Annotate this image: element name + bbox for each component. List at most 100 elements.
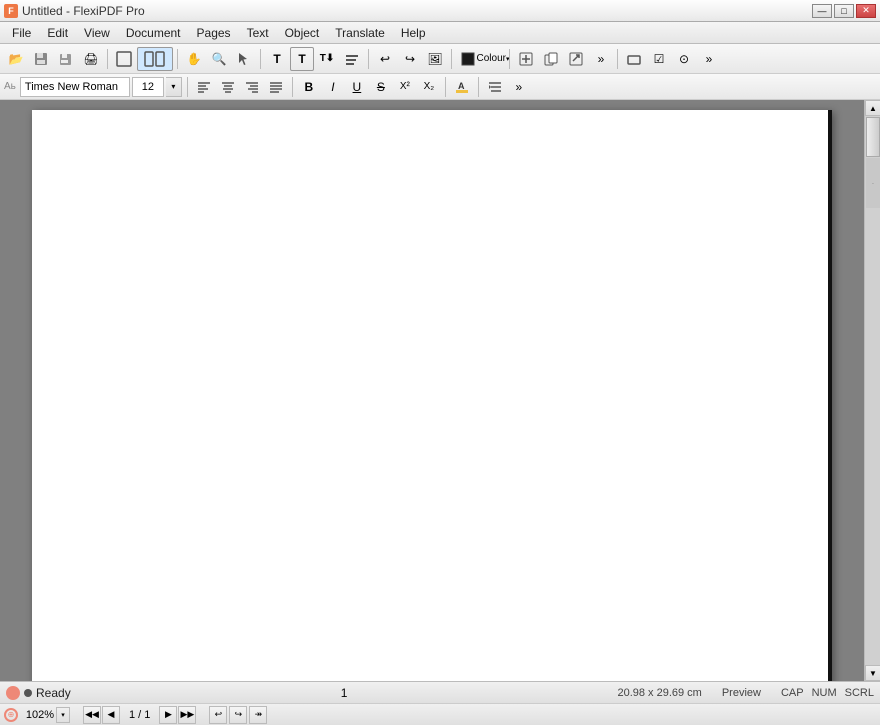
scroll-up-button[interactable]: ▲	[865, 100, 880, 116]
more2-button[interactable]: »	[697, 47, 721, 71]
open-button[interactable]: 📂	[4, 47, 28, 71]
save-button[interactable]	[29, 47, 53, 71]
status-dot	[24, 689, 32, 697]
nav-back-button[interactable]: ↩	[209, 706, 227, 724]
formatting-toolbar: Aь ▾ B I U S X² X₂ A »	[0, 74, 880, 100]
page-nav-group: ◀◀ ◀	[83, 706, 120, 724]
scrl-indicator: SCRL	[845, 687, 874, 699]
content-edit-button[interactable]	[340, 47, 364, 71]
superscript-button[interactable]: X²	[394, 77, 416, 97]
toolbar-separator-1	[107, 49, 108, 69]
nav-next-button[interactable]: ▶	[159, 706, 177, 724]
toolbar-separator-7	[617, 49, 618, 69]
menu-file[interactable]: File	[4, 22, 39, 43]
vertical-scrollbar: ▲ · ▼	[864, 100, 880, 681]
fmt-sep-1	[187, 77, 188, 97]
export-button[interactable]	[564, 47, 588, 71]
text-tool-button[interactable]: T	[265, 47, 289, 71]
menu-edit[interactable]: Edit	[39, 22, 76, 43]
scroll-track[interactable]: ·	[865, 116, 880, 665]
italic-button[interactable]: I	[322, 77, 344, 97]
highlight-button[interactable]: A	[451, 77, 473, 97]
nav-last-button[interactable]: ▶▶	[178, 706, 196, 724]
zoom-bar: ⊕ 102% ▾ ◀◀ ◀ 1 / 1 ▶ ▶▶ ↩ ↪ ↠	[0, 703, 880, 725]
page-ops1-button[interactable]	[514, 47, 538, 71]
main-toolbar: 📂 🖨 ✋ 🔍 T T T⬇ ↩ ↪ 🖼 Colour ▾	[0, 44, 880, 74]
title-text: Untitled - FlexiPDF Pro	[22, 4, 145, 18]
menu-text[interactable]: Text	[239, 22, 277, 43]
menu-document[interactable]: Document	[118, 22, 189, 43]
font-family-input[interactable]	[20, 77, 130, 97]
view-continuous-button[interactable]	[137, 47, 173, 71]
svg-text:A: A	[458, 81, 465, 91]
page-ops2-button[interactable]	[539, 47, 563, 71]
status-bar: Ready 1 20.98 x 29.69 cm Preview CAP NUM…	[0, 681, 880, 703]
font-size-input[interactable]	[132, 77, 164, 97]
toolbar-separator-4	[368, 49, 369, 69]
menu-object[interactable]: Object	[277, 22, 328, 43]
num-indicator: NUM	[812, 687, 837, 699]
text-tool2-button[interactable]: T	[290, 47, 314, 71]
status-icon	[6, 686, 20, 700]
image-button[interactable]: 🖼	[423, 47, 447, 71]
app-icon: F	[4, 4, 18, 18]
toolbar-separator-5	[451, 49, 452, 69]
colour-dropdown-button[interactable]: Colour ▾	[481, 47, 505, 71]
bold-button[interactable]: B	[298, 77, 320, 97]
subscript-button[interactable]: X₂	[418, 77, 440, 97]
more1-button[interactable]: »	[589, 47, 613, 71]
more-fmt-button[interactable]: »	[508, 77, 530, 97]
menu-translate[interactable]: Translate	[327, 22, 393, 43]
nav-end-button[interactable]: ↠	[249, 706, 267, 724]
align-right-button[interactable]	[241, 77, 263, 97]
title-bar-left: F Untitled - FlexiPDF Pro	[4, 4, 145, 18]
scroll-dots: ·	[866, 158, 880, 208]
menu-view[interactable]: View	[76, 22, 118, 43]
font-size-dropdown[interactable]: ▾	[166, 77, 182, 97]
close-button[interactable]: ✕	[856, 4, 876, 18]
title-bar: F Untitled - FlexiPDF Pro — □ ✕	[0, 0, 880, 22]
zoom-icon: ⊕	[4, 708, 18, 722]
maximize-button[interactable]: □	[834, 4, 854, 18]
nav-first-button[interactable]: ◀◀	[83, 706, 101, 724]
minimize-button[interactable]: —	[812, 4, 832, 18]
indent-button[interactable]	[484, 77, 506, 97]
underline-button[interactable]: U	[346, 77, 368, 97]
status-text: Ready	[36, 686, 71, 700]
scroll-down-button[interactable]: ▼	[865, 665, 880, 681]
menu-bar: File Edit View Document Pages Text Objec…	[0, 22, 880, 44]
undo-button[interactable]: ↩	[373, 47, 397, 71]
caps-indicator: CAP	[781, 687, 804, 699]
toolbar-separator-6	[509, 49, 510, 69]
menu-pages[interactable]: Pages	[189, 22, 239, 43]
menu-help[interactable]: Help	[393, 22, 434, 43]
document-area	[0, 100, 864, 681]
radio-button[interactable]: ⊙	[672, 47, 696, 71]
shapes-button[interactable]	[622, 47, 646, 71]
page-canvas	[32, 110, 832, 681]
pointer-button[interactable]	[232, 47, 256, 71]
font-prefix: Aь	[4, 81, 16, 92]
save-all-button[interactable]	[54, 47, 78, 71]
nav-forward-button[interactable]: ↪	[229, 706, 247, 724]
view-mode-indicator: Preview	[722, 687, 761, 699]
zoom-level: 102%	[22, 709, 54, 721]
print-button[interactable]: 🖨	[79, 47, 103, 71]
strikethrough-button[interactable]: S	[370, 77, 392, 97]
text-tool3-button[interactable]: T⬇	[315, 47, 339, 71]
view-single-button[interactable]	[112, 47, 136, 71]
hand-tool-button[interactable]: ✋	[182, 47, 206, 71]
zoom-dropdown[interactable]: ▾	[56, 707, 70, 723]
checkbox-button[interactable]: ☑	[647, 47, 671, 71]
align-left-button[interactable]	[193, 77, 215, 97]
align-center-button[interactable]	[217, 77, 239, 97]
search-button[interactable]: 🔍	[207, 47, 231, 71]
page-dimensions: 20.98 x 29.69 cm	[617, 687, 701, 699]
scroll-thumb[interactable]	[866, 117, 880, 157]
toolbar-separator-2	[177, 49, 178, 69]
page-number-input: 1 / 1	[129, 709, 150, 721]
align-justify-button[interactable]	[265, 77, 287, 97]
fmt-sep-4	[478, 77, 479, 97]
redo-button[interactable]: ↪	[398, 47, 422, 71]
nav-prev-button[interactable]: ◀	[102, 706, 120, 724]
